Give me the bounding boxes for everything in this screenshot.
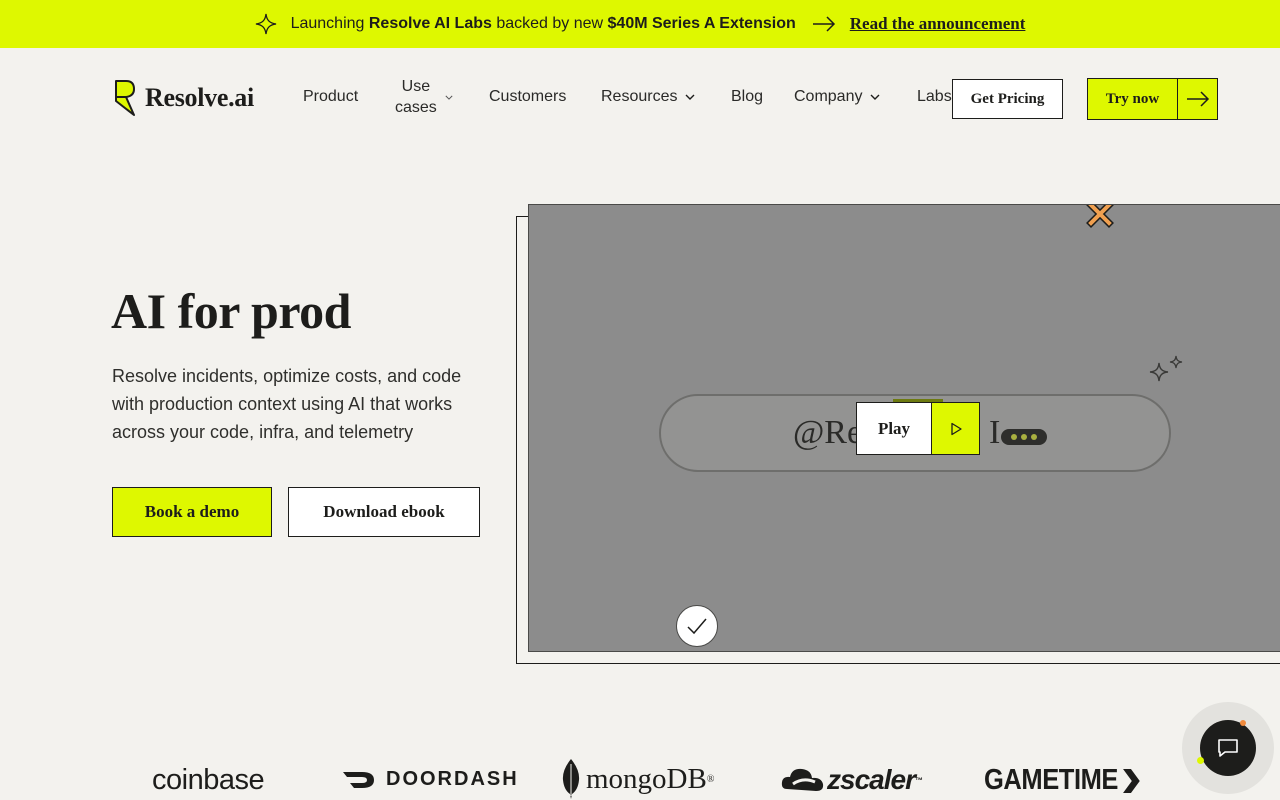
- nav-company-label: Company: [794, 88, 863, 105]
- get-pricing-button[interactable]: Get Pricing: [952, 79, 1063, 119]
- nav-labs[interactable]: Labs: [917, 88, 952, 106]
- nav-company[interactable]: Company: [794, 88, 880, 106]
- announcement-link[interactable]: Read the announcement: [850, 14, 1026, 34]
- nav-blog[interactable]: Blog: [731, 88, 763, 106]
- top-nav: Resolve.ai Product Use cases Customers Re…: [0, 48, 1280, 148]
- chat-icon: [1218, 739, 1238, 757]
- sparkle-icon: [255, 13, 276, 35]
- chat-status-dot: [1197, 757, 1204, 764]
- video-preview[interactable]: @Re I Play: [528, 204, 1280, 652]
- gametime-logo: GAMETIME: [984, 764, 1141, 797]
- nav-use-cases[interactable]: Use cases: [395, 76, 453, 118]
- doordash-icon: [343, 771, 374, 788]
- nav-labs-label: Labs: [917, 88, 952, 105]
- nav-product-label: Product: [303, 88, 359, 105]
- brand-name: Resolve.ai: [145, 83, 254, 112]
- play-label: Play: [857, 403, 932, 454]
- gametime-chevron-icon: [1123, 768, 1141, 793]
- prompt-pill-text: @Re I: [793, 414, 1001, 451]
- hero-subtitle: Resolve incidents, optimize costs, and c…: [112, 366, 462, 442]
- try-now-button[interactable]: Try now: [1087, 78, 1218, 120]
- customer-logos: coinbase DOORDASH mongoDB ® zscaler ™ GAME…: [0, 750, 1280, 800]
- arrow-right-icon: [1178, 79, 1217, 119]
- announcement-text: Launching Resolve AI Labs backed by new …: [290, 15, 796, 32]
- chevron-down-icon: [445, 95, 453, 100]
- play-icon: [932, 403, 979, 454]
- resolve-logo-icon: [115, 80, 135, 116]
- chat-button[interactable]: [1200, 720, 1256, 776]
- nav-resources[interactable]: Resources: [601, 88, 695, 106]
- brand-logo[interactable]: Resolve.ai: [114, 79, 254, 117]
- announcement-bar: Launching Resolve AI Labs backed by new …: [0, 0, 1280, 48]
- chat-notification-dot: [1240, 720, 1246, 726]
- coinbase-logo: coinbase: [152, 764, 265, 796]
- try-now-label: Try now: [1088, 79, 1178, 119]
- nav-blog-label: Blog: [731, 88, 764, 105]
- nav-use-cases-label: Use cases: [395, 78, 437, 116]
- check-icon: [676, 605, 718, 647]
- mongodb-leaf-icon: [562, 759, 580, 799]
- nav-customers-label: Customers: [489, 88, 567, 105]
- nav-product[interactable]: Product: [303, 88, 358, 106]
- chevron-down-icon: [870, 94, 880, 100]
- play-button[interactable]: Play: [856, 402, 980, 455]
- mongodb-logo: mongoDB ®: [560, 758, 714, 800]
- nav-resources-label: Resources: [601, 88, 678, 105]
- typing-dots-icon: [1001, 429, 1047, 445]
- sparkles-icon: [1149, 355, 1183, 382]
- chevron-down-icon: [685, 94, 695, 100]
- nav-customers[interactable]: Customers: [489, 88, 566, 106]
- zscaler-cloud-icon: [781, 768, 824, 791]
- hero-title: AI for prod: [111, 283, 351, 339]
- arrow-right-icon: [812, 16, 835, 32]
- close-icon[interactable]: [1085, 204, 1115, 229]
- download-ebook-button[interactable]: Download ebook: [288, 487, 480, 537]
- book-demo-button[interactable]: Book a demo: [112, 487, 272, 537]
- zscaler-logo: zscaler ™: [781, 764, 923, 796]
- doordash-logo: DOORDASH: [342, 768, 519, 791]
